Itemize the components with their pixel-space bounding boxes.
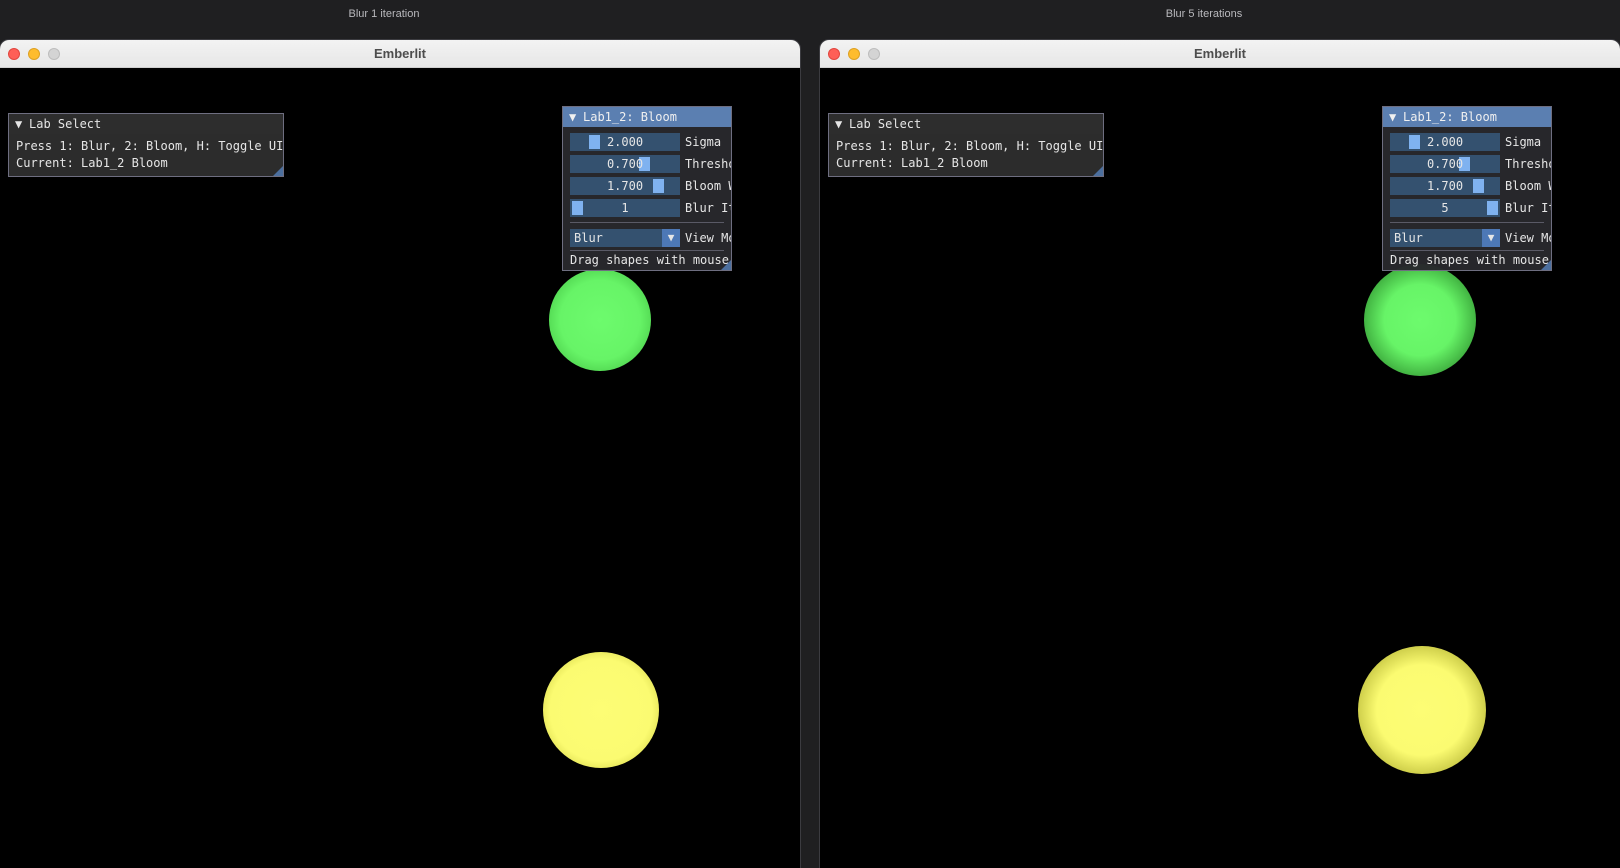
resize-grip-icon[interactable] [721, 260, 731, 270]
view-mode-value: Blur [574, 231, 603, 245]
bloom-weight-label: Bloom W [1505, 179, 1552, 193]
sigma-slider[interactable]: 2.000 [570, 133, 680, 151]
drag-hint: Drag shapes with mouse [1390, 253, 1549, 267]
separator [1390, 250, 1544, 251]
bloom-panel-header[interactable]: ▼ Lab1_2: Bloom [563, 107, 731, 127]
lab-select-title: Lab Select [29, 117, 102, 131]
lab-select-title: Lab Select [849, 117, 922, 131]
render-viewport[interactable]: ▼ Lab Select Press 1: Blur, 2: Bloom, H: … [820, 68, 1620, 868]
caption-left: Blur 1 iteration [348, 8, 420, 20]
app-window-1: Emberlit ▼ Lab Select Press 1: Blur, 2: B… [0, 40, 800, 868]
slider-value: 2.000 [1426, 135, 1464, 149]
green-circle-shape[interactable] [549, 269, 651, 371]
blur-iterations-slider[interactable]: 5 [1390, 199, 1500, 217]
bloom-weight-slider[interactable]: 1.700 [1390, 177, 1500, 195]
bloom-panel: ▼Lab1_2: Bloom 2.000 Sigma 0.700 Thresho… [562, 106, 732, 271]
lab-select-header[interactable]: ▼ Lab Select [9, 114, 283, 134]
view-mode-label: View Mo [685, 231, 732, 245]
separator [1390, 222, 1544, 223]
lab-select-panel: ▼ Lab Select Press 1: Blur, 2: Bloom, H: … [8, 113, 284, 177]
drag-hint: Drag shapes with mouse [570, 253, 729, 267]
view-mode-label: View Mo [1505, 231, 1552, 245]
blur-iterations-label: Blur It [685, 201, 732, 215]
resize-grip-icon[interactable] [273, 166, 283, 176]
bloom-panel-title: Lab1_2: Bloom [1403, 110, 1497, 124]
caption-right: Blur 5 iterations [1165, 8, 1243, 20]
yellow-circle-shape[interactable] [1358, 646, 1486, 774]
lab-select-panel: ▼ Lab Select Press 1: Blur, 2: Bloom, H: … [828, 113, 1104, 177]
slider-value: 0.700 [606, 157, 644, 171]
threshold-slider[interactable]: 0.700 [1390, 155, 1500, 173]
chevron-down-icon[interactable]: ▼ [662, 229, 680, 247]
collapse-arrow-icon[interactable]: ▼ [835, 114, 849, 134]
slider-value: 1.700 [1426, 179, 1464, 193]
slider-value: 5 [1441, 201, 1449, 215]
blur-iterations-slider[interactable]: 1 [570, 199, 680, 217]
yellow-circle-shape[interactable] [543, 652, 659, 768]
chevron-down-icon[interactable]: ▼ [1482, 229, 1500, 247]
green-circle-shape[interactable] [1364, 264, 1476, 376]
sigma-slider[interactable]: 2.000 [1390, 133, 1500, 151]
lab-select-instructions: Press 1: Blur, 2: Bloom, H: Toggle UI [836, 139, 1104, 153]
bloom-panel-title: Lab1_2: Bloom [583, 110, 677, 124]
resize-grip-icon[interactable] [1541, 260, 1551, 270]
bloom-panel-header[interactable]: ▼ Lab1_2: Bloom [1383, 107, 1551, 127]
window-titlebar[interactable]: Emberlit [820, 40, 1620, 68]
resize-grip-icon[interactable] [1093, 166, 1103, 176]
collapse-arrow-icon[interactable]: ▼ [15, 114, 29, 134]
bloom-panel: ▼Lab1_2: Bloom 2.000 Sigma 0.700 Thresho… [1382, 106, 1552, 271]
slider-value: 1 [621, 201, 629, 215]
window-titlebar[interactable]: Emberlit [0, 40, 800, 68]
threshold-slider[interactable]: 0.700 [570, 155, 680, 173]
bloom-weight-label: Bloom W [685, 179, 732, 193]
threshold-label: Threshold [685, 157, 731, 171]
render-viewport[interactable]: ▼ Lab Select Press 1: Blur, 2: Bloom, H: … [0, 68, 800, 868]
separator [570, 250, 724, 251]
collapse-arrow-icon[interactable]: ▼ [1389, 107, 1403, 127]
view-mode-value: Blur [1394, 231, 1423, 245]
app-window-2: Emberlit ▼ Lab Select Press 1: Blur, 2: B… [820, 40, 1620, 868]
threshold-label: Threshold [1505, 157, 1551, 171]
window-title: Emberlit [1193, 46, 1246, 61]
collapse-arrow-icon[interactable]: ▼ [569, 107, 583, 127]
lab-select-current: Current: Lab1_2 Bloom [836, 156, 988, 170]
lab-select-header[interactable]: ▼ Lab Select [829, 114, 1103, 134]
separator [570, 222, 724, 223]
slider-value: 2.000 [606, 135, 644, 149]
sigma-label: Sigma [1505, 135, 1542, 149]
bloom-weight-slider[interactable]: 1.700 [570, 177, 680, 195]
lab-select-instructions: Press 1: Blur, 2: Bloom, H: Toggle UI [16, 139, 284, 153]
window-title: Emberlit [373, 46, 426, 61]
blur-iterations-label: Blur It [1505, 201, 1552, 215]
slider-value: 1.700 [606, 179, 644, 193]
view-mode-combo[interactable]: Blur ▼ [1390, 229, 1500, 247]
sigma-label: Sigma [685, 135, 722, 149]
view-mode-combo[interactable]: Blur ▼ [570, 229, 680, 247]
slider-value: 0.700 [1426, 157, 1464, 171]
lab-select-current: Current: Lab1_2 Bloom [16, 156, 168, 170]
